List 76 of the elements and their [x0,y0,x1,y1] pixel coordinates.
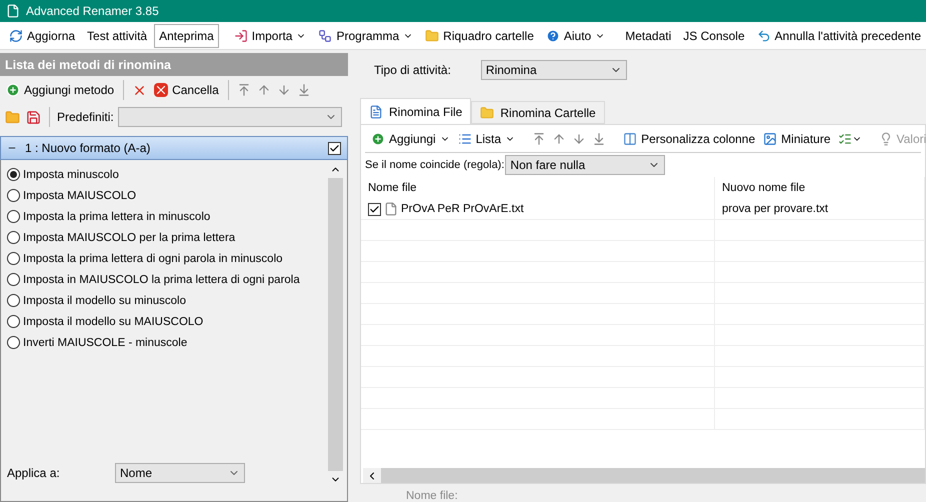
panel-header: Lista dei metodi di rinomina [0,53,348,76]
arrow-down-icon [572,132,586,146]
file-icon [369,104,383,118]
window-title: Advanced Renamer 3.85 [26,4,159,18]
thumbnails-button[interactable]: Miniature [761,130,833,148]
columns-button[interactable]: Personalizza colonne [621,130,758,148]
image-icon [763,132,778,146]
scrollbar[interactable] [363,468,925,483]
toolbar-button[interactable]: Annulla l'attività precedente [752,24,926,48]
radio-option[interactable]: Imposta la prima lettera in minuscolo [7,206,328,227]
arrow-bottom-icon [296,83,311,97]
add-button[interactable]: Aggiungi [369,130,452,148]
method-header[interactable]: 1 : Nuovo formato (A-a) [0,136,348,160]
toolbar-button[interactable]: Importa [228,24,312,48]
toolbar-button[interactable]: Test attività [82,24,152,48]
task-type-label: Tipo di attività: [374,63,451,77]
clear-button[interactable]: Cancella [152,81,221,99]
list-icon [458,132,472,146]
folder-icon [425,28,440,42]
toolbar-button[interactable]: Riquadro cartelle [420,24,539,48]
columns-icon [623,132,638,146]
file-icon [384,202,398,216]
save-icon [26,110,41,124]
open-button[interactable] [4,108,21,126]
toolbar-button[interactable]: JS Console [678,24,750,48]
row-checkbox[interactable] [368,202,381,216]
toolbar-button[interactable]: Metadati [620,24,676,48]
apply-to-dropdown[interactable]: Nome [115,463,245,483]
add-icon [371,132,385,146]
list-button[interactable]: Lista [456,130,518,148]
column-header[interactable]: Nuovo nome file [715,177,925,199]
arrow-top-icon [236,83,251,97]
radio-option[interactable]: Imposta MAIUSCOLO [7,185,328,206]
radio-option[interactable]: Imposta il modello su MAIUSCOLO [7,311,328,332]
toolbar-button[interactable]: Anteprima [154,24,219,48]
toolbar-button[interactable]: Programma [313,24,418,48]
column-header[interactable]: Nome file [361,177,715,199]
arrow-down-icon [276,83,291,97]
presets-label: Predefiniti: [57,110,114,124]
nodes-icon [318,28,332,42]
table-cell: PrOvA PeR PrOvArE.txt [361,199,715,219]
file-name-label: Nome file: [406,490,459,502]
radio-option[interactable]: Imposta il modello su minuscolo [7,290,328,311]
apply-to-label: Applica a: [7,466,61,480]
save-button[interactable] [25,108,42,126]
list-icon [838,132,852,146]
undo-icon [756,28,771,42]
method-title: 1 : Nuovo formato (A-a) [25,141,152,155]
table-cell: prova per provare.txt [715,199,925,219]
folder-icon [480,106,494,120]
clear-icon [154,83,168,97]
arrow-up-icon [552,132,566,146]
tab[interactable]: Rinomina File [360,98,472,124]
collision-dropdown[interactable]: Non fare nulla [505,155,666,175]
presets-dropdown[interactable] [118,107,342,127]
arrow-bottom-icon [592,132,606,146]
import-icon [234,28,248,42]
radio-option[interactable]: Imposta in MAIUSCOLO la prima lettera di ogni parola [7,269,328,290]
add-icon [6,83,20,97]
arrow-top-icon [532,132,546,146]
collision-label: Se il nome coincide (regola): [365,159,504,171]
help-icon [546,28,560,42]
tab[interactable]: Rinomina Cartelle [471,101,605,124]
radio-option[interactable]: Imposta MAIUSCOLO per la prima lettera [7,227,328,248]
folder-icon [5,110,20,124]
radio-option[interactable]: Imposta la prima lettera di ogni parola in minuscolo [7,248,328,269]
radio-option[interactable]: Inverti MAIUSCOLE - minuscole [7,332,328,353]
arrow-up-icon [256,83,271,97]
toolbar-button[interactable]: Aggiorna [4,24,80,48]
add-method-button[interactable]: Aggiungi metodo [4,81,116,99]
method-checkbox[interactable] [328,142,341,154]
toolbar-button[interactable]: Aiuto [540,24,610,48]
app-icon [6,4,20,18]
radio-option[interactable]: Imposta minuscolo [7,164,328,185]
refresh-icon [9,28,23,42]
task-type-dropdown[interactable]: Rinomina [480,60,627,80]
